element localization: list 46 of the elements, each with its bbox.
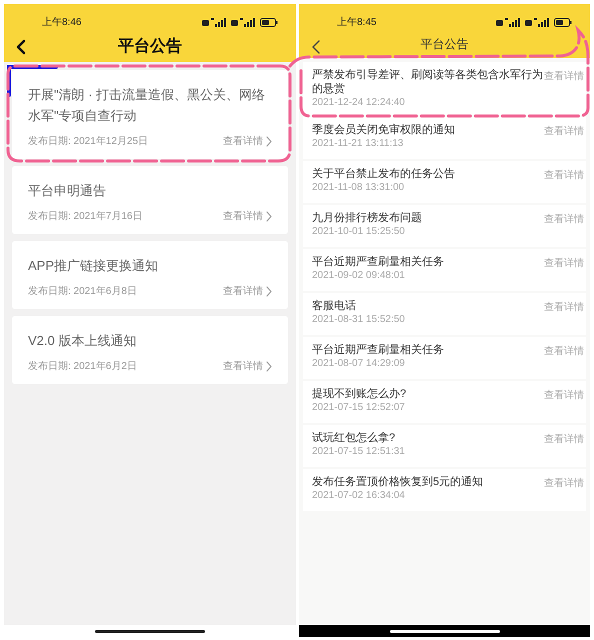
notice-date: 2021-07-15 12:52:07 bbox=[312, 401, 406, 415]
notice-date: 2021-07-15 12:51:31 bbox=[312, 445, 406, 459]
notice-date: 2021-09-02 09:48:01 bbox=[312, 269, 406, 283]
home-indicator[interactable] bbox=[95, 630, 205, 632]
notice-title: V2.0 版本上线通知 bbox=[28, 332, 138, 350]
notice-card[interactable]: 九月份排行榜发布问题 2021-10-01 15:25:50 查看详情 bbox=[303, 205, 586, 247]
home-indicator[interactable] bbox=[390, 630, 500, 632]
notice-date: 2021-11-08 13:31:00 bbox=[312, 181, 406, 195]
notice-date: 2021-08-07 14:29:09 bbox=[312, 357, 406, 371]
notice-date: 2021-07-02 16:34:04 bbox=[312, 489, 406, 503]
status-time: 上午8:46 bbox=[42, 16, 82, 30]
notice-title: 平台近期严查刷量相关任务 bbox=[312, 255, 445, 269]
notice-card[interactable]: 客服电话 2021-08-31 15:52:50 查看详情 bbox=[303, 293, 586, 335]
signal-icon bbox=[202, 18, 228, 27]
signal-icon bbox=[496, 18, 522, 27]
notice-title: 提现不到账怎么办? bbox=[312, 387, 408, 401]
notice-card[interactable]: 平台近期严查刷量相关任务 2021-08-07 14:29:09 查看详情 bbox=[303, 337, 586, 379]
signal-icon bbox=[231, 18, 257, 27]
signal-icon bbox=[525, 18, 551, 27]
notice-card[interactable]: 关于平台禁止发布的任务公告 2021-11-08 13:31:00 查看详情 bbox=[303, 161, 586, 203]
notice-date: 发布日期: 2021年6月8日 bbox=[28, 284, 137, 299]
notice-date: 2021-08-31 15:52:50 bbox=[312, 313, 406, 327]
notice-title: 发布任务置顶价格恢复到5元的通知 bbox=[312, 475, 484, 489]
notice-card[interactable]: 平台近期严查刷量相关任务 2021-09-02 09:48:01 查看详情 bbox=[303, 249, 586, 291]
notice-card[interactable]: 试玩红包怎么拿? 2021-07-15 12:51:31 查看详情 bbox=[303, 425, 586, 467]
status-time: 上午8:45 bbox=[337, 16, 376, 30]
chevron-right-icon bbox=[266, 211, 272, 222]
notice-card[interactable]: 提现不到账怎么办? 2021-07-15 12:52:07 查看详情 bbox=[303, 381, 586, 423]
notice-card[interactable]: V2.0 版本上线通知 发布日期: 2021年6月2日 查看详情 bbox=[12, 316, 288, 384]
chevron-right-icon bbox=[266, 361, 272, 372]
notice-title: APP推广链接更换通知 bbox=[28, 257, 160, 275]
notice-date: 发布日期: 2021年6月2日 bbox=[28, 360, 137, 374]
chevron-right-icon bbox=[266, 286, 272, 297]
notice-title: 平台申明通告 bbox=[28, 182, 107, 200]
notice-title: 九月份排行榜发布问题 bbox=[312, 211, 423, 225]
notice-date: 发布日期: 2021年7月16日 bbox=[28, 210, 142, 224]
notice-title: 客服电话 bbox=[312, 299, 357, 313]
notice-card[interactable]: APP推广链接更换通知 发布日期: 2021年6月8日 查看详情 bbox=[12, 241, 288, 309]
notice-card[interactable]: 发布任务置顶价格恢复到5元的通知 2021-07-02 16:34:04 查看详情 bbox=[303, 469, 586, 511]
notice-card[interactable]: 平台申明通告 发布日期: 2021年7月16日 查看详情 bbox=[12, 166, 288, 234]
battery-icon bbox=[260, 18, 278, 27]
notice-title: 试玩红包怎么拿? bbox=[312, 431, 396, 445]
notice-title: 平台近期严查刷量相关任务 bbox=[312, 343, 445, 357]
notice-date: 2021-10-01 15:25:50 bbox=[312, 225, 406, 239]
notice-title: 关于平台禁止发布的任务公告 bbox=[312, 167, 456, 181]
battery-icon bbox=[554, 18, 572, 27]
